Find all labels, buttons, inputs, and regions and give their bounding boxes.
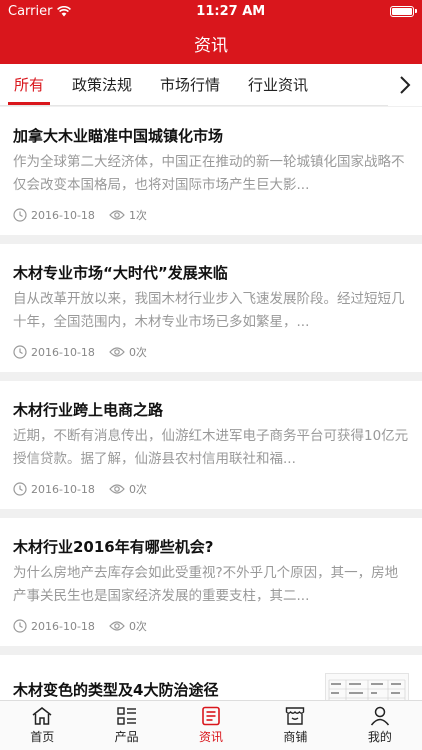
bottom-nav: 首页 产品 资讯 商铺 我的 [0,700,422,750]
article-item[interactable]: 木材变色的类型及4大防治途径 2016-10-18 0次 [0,655,422,700]
page-title: 资讯 [194,35,228,56]
article-summary: 为什么房地产去库存会如此受重视?不外乎几个原因，其一，房地产事关民生也是国家经济… [13,565,399,604]
nav-mine-label: 我的 [367,730,392,744]
status-bar: Carrier 11:27 AM [0,0,422,22]
shop-icon [286,707,305,725]
clock-icon [13,345,27,359]
article-summary: 作为全球第二大经济体，中国正在推动的新一轮城镇化国家战略不仅会改变本国格局，也将… [13,154,405,193]
chevron-right-icon [400,76,411,94]
nav-products-label: 产品 [114,730,139,744]
top-bar: Carrier 11:27 AM 资讯 [0,0,422,64]
article-item[interactable]: 木材行业2016年有哪些机会? 为什么房地产去库存会如此受重视?不外乎几个原因，… [0,518,422,646]
article-date: 2016-10-18 [31,208,95,222]
home-icon [32,707,52,725]
tab-industry[interactable]: 行业资讯 [234,64,322,105]
article-title: 木材行业跨上电商之路 [13,401,164,419]
tabs-scroll-right-button[interactable] [388,64,422,106]
article-title: 木材行业2016年有哪些机会? [13,538,214,556]
nav-news-label: 资讯 [199,730,224,744]
clock-icon [13,208,27,222]
clock: 11:27 AM [196,3,266,19]
article-item[interactable]: 木材行业跨上电商之路 近期，不断有消息传出，仙游红木进军电子商务平台可获得10亿… [0,381,422,509]
article-title: 木材专业市场“大时代”发展来临 [13,264,228,282]
article-item[interactable]: 木材专业市场“大时代”发展来临 自从改革开放以来，我国木材行业步入飞速发展阶段。… [0,244,422,372]
nav-products[interactable]: 产品 [84,701,168,750]
wifi-icon [57,5,72,16]
article-item[interactable]: 加拿大木业瞄准中国城镇化市场 作为全球第二大经济体，中国正在推动的新一轮城镇化国… [0,107,422,235]
article-views: 0次 [128,346,147,359]
article-views: 1次 [128,209,147,222]
battery-icon [390,5,417,17]
article-views: 0次 [128,620,147,633]
tab-market[interactable]: 市场行情 [146,64,234,105]
grid-list-icon [116,707,136,725]
nav-home[interactable]: 首页 [0,701,84,750]
clock-icon [13,482,27,496]
eye-icon [109,347,125,357]
article-views: 0次 [128,483,147,496]
tab-policy[interactable]: 政策法规 [58,64,146,105]
article-summary: 近期，不断有消息传出，仙游红木进军电子商务平台可获得10亿元授信贷款。据了解，仙… [13,428,409,467]
nav-mine[interactable]: 我的 [338,701,422,750]
user-icon [370,706,389,726]
eye-icon [109,621,125,631]
article-date: 2016-10-18 [31,619,95,633]
tab-all[interactable]: 所有 [0,64,58,105]
nav-home-label: 首页 [30,730,55,744]
article-thumbnail [325,673,409,700]
article-title: 木材变色的类型及4大防治途径 [13,681,219,699]
category-tabs: 所有 政策法规 市场行情 行业资讯 [0,64,422,106]
clock-icon [13,619,27,633]
nav-news[interactable]: 资讯 [169,701,253,750]
nav-shop-label: 商铺 [283,730,308,744]
article-summary: 自从改革开放以来，我国木材行业步入飞速发展阶段。经过短短几十年，全国范围内，木材… [13,291,405,330]
news-icon [202,706,220,726]
nav-shop[interactable]: 商铺 [253,701,337,750]
article-date: 2016-10-18 [31,482,95,496]
eye-icon [109,210,125,220]
eye-icon [109,484,125,494]
article-list: 加拿大木业瞄准中国城镇化市场 作为全球第二大经济体，中国正在推动的新一轮城镇化国… [0,107,422,700]
article-title: 加拿大木业瞄准中国城镇化市场 [13,127,224,145]
carrier-label: Carrier [8,3,53,19]
app-screen: Carrier 11:27 AM 资讯 所有 政策法规 市场行情 行业资讯 加拿… [0,0,422,750]
article-date: 2016-10-18 [31,345,95,359]
